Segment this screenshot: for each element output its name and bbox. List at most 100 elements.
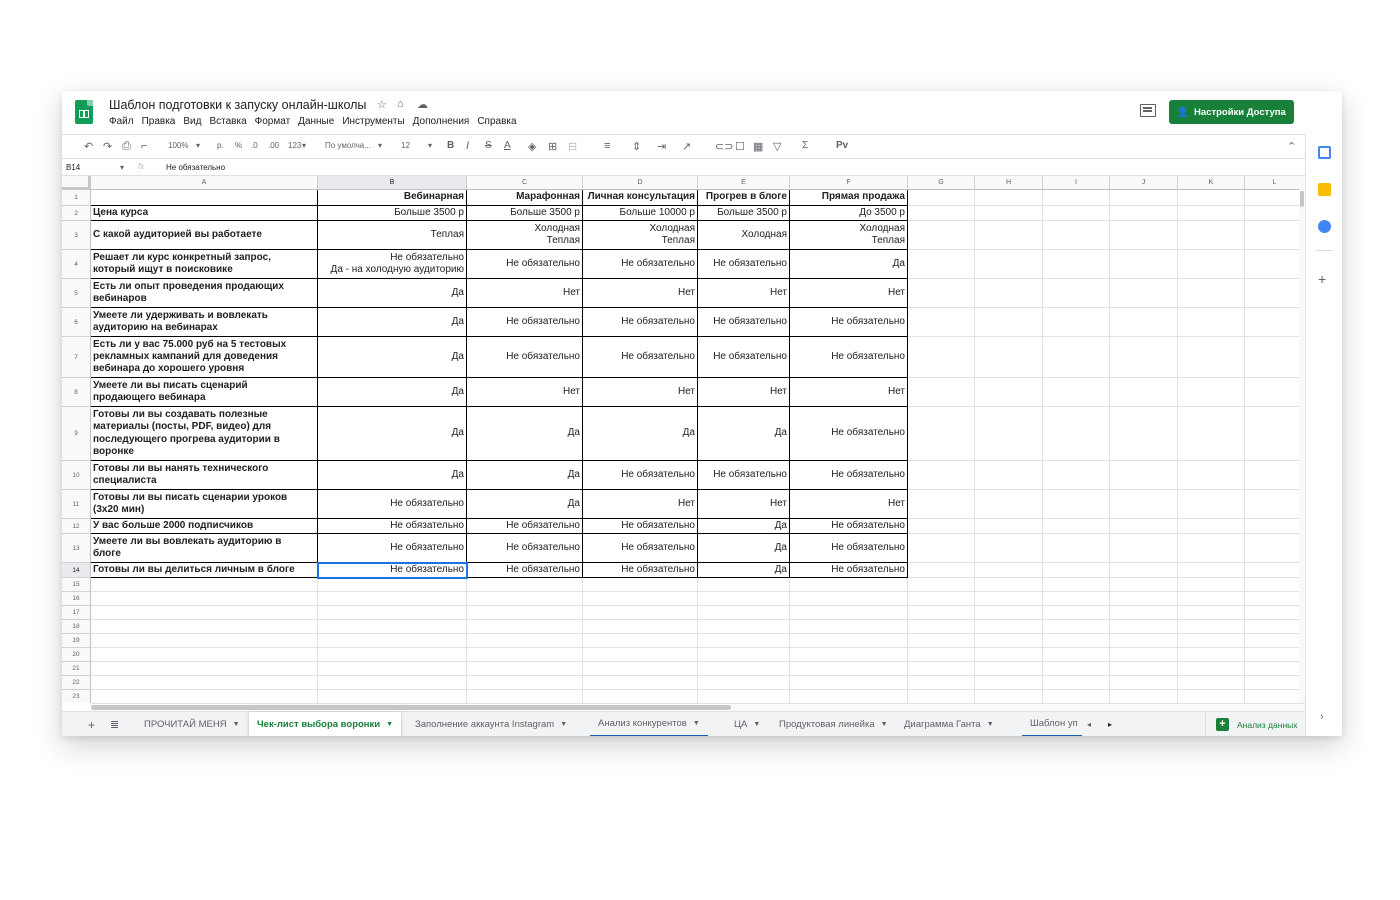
row-header-19[interactable]: 19 [62,634,91,648]
row-header-18[interactable]: 18 [62,620,91,634]
cell-e8[interactable]: Нет [698,378,790,407]
cell-l11[interactable] [1245,490,1305,519]
cell-f12[interactable]: Не обязательно [790,519,908,534]
sheet-tab[interactable]: Продуктовая линейка ▼ [771,712,896,736]
cell-c5[interactable]: Нет [467,279,583,308]
cell-g23[interactable] [908,690,975,703]
cell-c9[interactable]: Да [467,407,583,461]
comments-icon[interactable] [1140,104,1156,117]
cell-e7[interactable]: Не обязательно [698,337,790,378]
cell-h10[interactable] [975,461,1043,490]
cell-a2[interactable]: Цена курса [91,206,318,221]
cell-i2[interactable] [1043,206,1110,221]
bold-button[interactable]: B [447,140,454,151]
cell-a6[interactable]: Умеете ли удерживать и вовлекать аудитори… [91,308,318,337]
cell-h4[interactable] [975,250,1043,279]
more-formats-button[interactable]: 123 [288,141,301,150]
cell-i22[interactable] [1043,676,1110,690]
row-header-12[interactable]: 12 [62,519,91,534]
cell-c10[interactable]: Да [467,461,583,490]
tab-menu-chevron-icon[interactable]: ▼ [560,721,567,728]
cell-g16[interactable] [908,592,975,606]
cell-e6[interactable]: Не обязательно [698,308,790,337]
add-sheet-icon[interactable]: + [88,712,95,736]
cell-l4[interactable] [1245,250,1305,279]
cell-i15[interactable] [1043,578,1110,592]
cell-a8[interactable]: Умеете ли вы писать сценарий продающего в… [91,378,318,407]
column-header-k[interactable]: K [1178,176,1245,190]
sheets-logo-icon[interactable] [75,100,93,124]
cell-d15[interactable] [583,578,698,592]
cell-g5[interactable] [908,279,975,308]
cell-d17[interactable] [583,606,698,620]
menu-item[interactable]: Правка [142,116,176,127]
menu-item[interactable]: Файл [109,116,134,127]
cell-h5[interactable] [975,279,1043,308]
percent-format-button[interactable]: % [235,141,242,150]
cell-h21[interactable] [975,662,1043,676]
cell-c15[interactable] [467,578,583,592]
cell-l6[interactable] [1245,308,1305,337]
sheet-tab[interactable]: Диаграмма Ганта ▼ [896,712,1002,736]
increase-decimal-button[interactable]: .00 [268,141,279,150]
cell-b13[interactable]: Не обязательно [318,534,467,563]
get-addons-icon[interactable]: + [1318,271,1326,287]
decrease-decimal-button[interactable]: .0 [251,141,258,150]
sheet-tab[interactable]: ЦА ▼ [726,712,768,736]
cell-h1[interactable] [975,190,1043,206]
cell-g1[interactable] [908,190,975,206]
row-header-20[interactable]: 20 [62,648,91,662]
text-wrapping-icon[interactable]: ⇥ [657,140,666,153]
cell-j22[interactable] [1110,676,1178,690]
row-header-17[interactable]: 17 [62,606,91,620]
cell-i3[interactable] [1043,221,1110,250]
cell-j12[interactable] [1110,519,1178,534]
cell-k15[interactable] [1178,578,1245,592]
cell-l20[interactable] [1245,648,1305,662]
cell-g21[interactable] [908,662,975,676]
column-header-e[interactable]: E [698,176,790,190]
undo-icon[interactable]: ↶ [84,140,93,153]
cell-d8[interactable]: Нет [583,378,698,407]
cell-a7[interactable]: Есть ли у вас 75.000 руб на 5 тестовых ре… [91,337,318,378]
cell-l16[interactable] [1245,592,1305,606]
cell-f21[interactable] [790,662,908,676]
cell-l14[interactable] [1245,563,1305,578]
cell-a12[interactable]: У вас больше 2000 подписчиков [91,519,318,534]
cell-j23[interactable] [1110,690,1178,703]
cell-l23[interactable] [1245,690,1305,703]
cell-g20[interactable] [908,648,975,662]
menu-item[interactable]: Вид [183,116,201,127]
merge-cells-icon[interactable]: ⊟ [568,140,577,153]
italic-button[interactable]: I [466,140,469,152]
cell-f23[interactable] [790,690,908,703]
input-tools-button[interactable]: Pv [836,140,848,151]
cell-e5[interactable]: Нет [698,279,790,308]
scroll-tabs-right-icon[interactable]: ▸ [1108,712,1112,736]
cell-b7[interactable]: Да [318,337,467,378]
cell-b4[interactable]: Не обязательно Да - на холодную аудиторию [318,250,467,279]
cell-d1[interactable]: Личная консультация [583,190,698,206]
cell-b15[interactable] [318,578,467,592]
cell-h22[interactable] [975,676,1043,690]
cell-d6[interactable]: Не обязательно [583,308,698,337]
cell-d14[interactable]: Не обязательно [583,563,698,578]
cell-j6[interactable] [1110,308,1178,337]
cell-h6[interactable] [975,308,1043,337]
cell-b8[interactable]: Да [318,378,467,407]
cell-f14[interactable]: Не обязательно [790,563,908,578]
cell-i11[interactable] [1043,490,1110,519]
cell-k3[interactable] [1178,221,1245,250]
cell-c7[interactable]: Не обязательно [467,337,583,378]
cell-k7[interactable] [1178,337,1245,378]
cell-k12[interactable] [1178,519,1245,534]
menu-item[interactable]: Данные [298,116,334,127]
share-button[interactable]: 👤 Настройки Доступа [1169,100,1294,124]
cell-a9[interactable]: Готовы ли вы создавать полезные материалы… [91,407,318,461]
cell-h9[interactable] [975,407,1043,461]
calendar-icon[interactable] [1318,146,1331,159]
row-header-4[interactable]: 4 [62,250,91,279]
cell-h17[interactable] [975,606,1043,620]
text-color-button[interactable]: A [504,140,511,151]
tab-menu-chevron-icon[interactable]: ▼ [693,720,700,727]
